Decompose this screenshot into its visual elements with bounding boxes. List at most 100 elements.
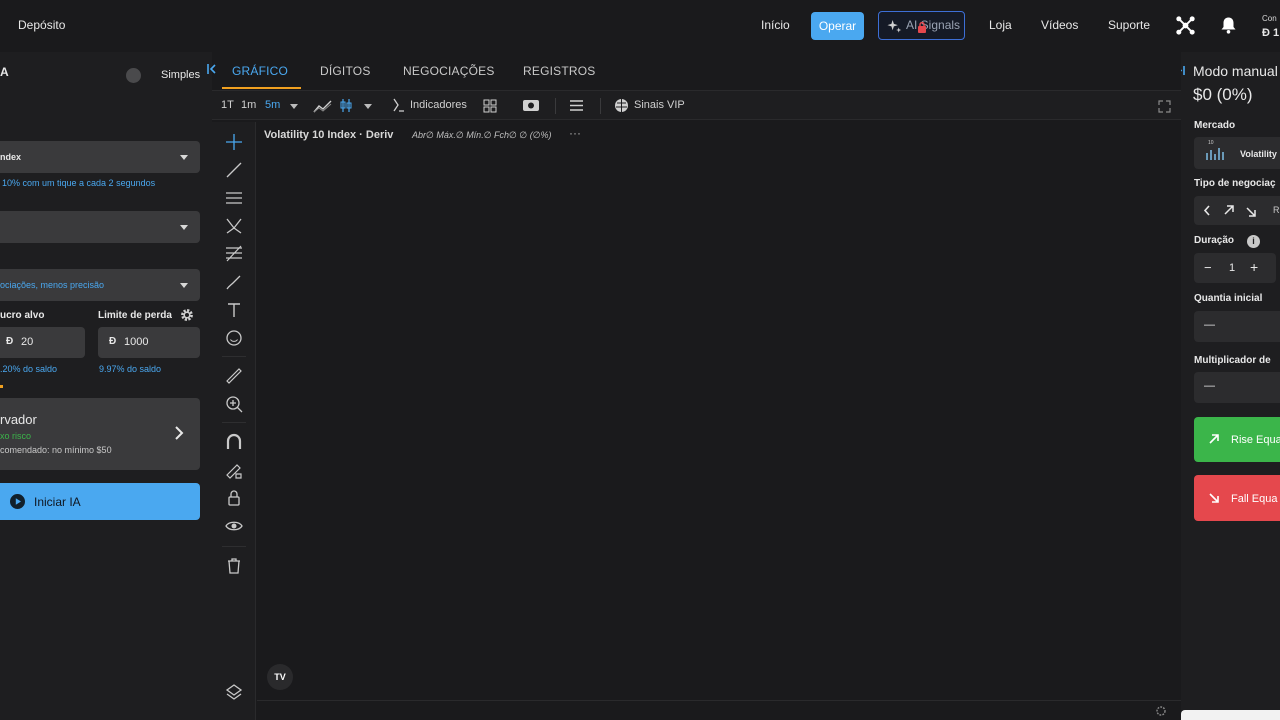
- chart-section: GRÁFICO DÍGITOS NEGOCIAÇÕES REGISTROS 1T…: [207, 52, 1181, 720]
- risk-profile-card[interactable]: rvador xo risco comendado: no mínimo $50: [0, 398, 200, 470]
- candles-icon[interactable]: [340, 98, 352, 113]
- object-tree-icon[interactable]: [224, 682, 244, 702]
- market-selector[interactable]: 10 Volatility: [1194, 137, 1280, 169]
- nav-suporte[interactable]: Suporte: [1108, 18, 1150, 32]
- arrow-up-right-icon: [1209, 434, 1219, 444]
- nav-videos[interactable]: Vídeos: [1041, 18, 1078, 32]
- emoji-icon[interactable]: [224, 328, 244, 348]
- loss-limit-input[interactable]: Đ 1000: [98, 327, 200, 358]
- interval-1t[interactable]: 1T: [221, 99, 234, 111]
- fib-retracement-icon[interactable]: [224, 244, 244, 264]
- volatility-icon: [1206, 148, 1224, 160]
- list-icon[interactable]: [569, 99, 584, 112]
- nav-loja[interactable]: Loja: [989, 18, 1012, 32]
- top-bar: Depósito Início Operar AI Signals Loja V…: [0, 0, 1280, 52]
- indicators-label[interactable]: Indicadores: [410, 99, 467, 111]
- chevron-down-icon: [180, 155, 188, 160]
- arrow-down-right-icon: [1209, 493, 1219, 503]
- interval-chevron-icon[interactable]: [290, 104, 298, 109]
- trade-type-selector[interactable]: R: [1194, 196, 1280, 225]
- chat-widget-edge[interactable]: [1181, 710, 1280, 720]
- price-chart-canvas[interactable]: Volatility 10 Index · Deriv Abr∅ Máx.∅ M…: [257, 122, 1181, 700]
- settings-icon[interactable]: [1155, 705, 1167, 717]
- nav-operar-button[interactable]: Operar: [811, 12, 864, 40]
- pitchfork-icon[interactable]: [224, 216, 244, 236]
- fullscreen-icon[interactable]: [1158, 100, 1171, 113]
- crosshair-icon[interactable]: [224, 132, 244, 152]
- start-ai-label: Iniciar IA: [34, 495, 81, 509]
- market-select-value: ndex: [0, 152, 22, 162]
- more-options-icon[interactable]: ···: [569, 126, 581, 140]
- risk-profile-title: rvador: [0, 412, 37, 427]
- precision-select[interactable]: ociações, menos precisão: [0, 269, 200, 301]
- zoom-in-icon[interactable]: [224, 394, 244, 414]
- eye-icon[interactable]: [224, 516, 244, 536]
- initial-amount-input[interactable]: —: [1194, 311, 1280, 342]
- mode-toggle[interactable]: [126, 68, 141, 83]
- profit-target-value: 20: [21, 336, 34, 348]
- tab-negociacoes[interactable]: NEGOCIAÇÕES: [403, 64, 495, 78]
- ai-config-panel: A Simples ndex 10% com um tique a cada 2…: [0, 52, 212, 720]
- mode-label: Simples: [161, 69, 201, 81]
- trash-icon[interactable]: [224, 556, 244, 576]
- arrow-down-right-icon: [1246, 207, 1256, 217]
- chevron-down-icon: [180, 225, 188, 230]
- precision-select-value: ociações, menos precisão: [0, 280, 105, 290]
- rise-label: Rise Equa: [1231, 434, 1280, 446]
- chart-type-icon[interactable]: [313, 98, 332, 113]
- loss-pct-of-balance: 9.97% do saldo: [99, 364, 162, 374]
- chevron-right-icon: [175, 426, 184, 440]
- bell-icon[interactable]: [1220, 16, 1237, 34]
- duration-label: Duração: [1194, 235, 1235, 246]
- panel-title: A: [0, 65, 9, 79]
- currency-symbol: Đ: [6, 336, 14, 347]
- collapse-left-icon[interactable]: [206, 63, 218, 75]
- tradingview-logo-text: TV: [274, 672, 286, 682]
- initial-amount-value: —: [1204, 319, 1215, 331]
- stay-drawing-icon[interactable]: [224, 460, 244, 480]
- tab-grafico[interactable]: GRÁFICO: [232, 64, 288, 78]
- templates-icon[interactable]: [483, 99, 497, 113]
- network-icon[interactable]: [1175, 15, 1196, 36]
- tab-registros[interactable]: REGISTROS: [523, 64, 595, 78]
- info-icon[interactable]: i: [1247, 235, 1260, 248]
- sparkle-icon: [887, 19, 902, 33]
- chart-toolbar: 1T 1m 5m Indicadores Sinais VIP: [212, 90, 1181, 120]
- profit-target-input[interactable]: Đ 20: [0, 327, 85, 358]
- indicators-icon[interactable]: [392, 98, 405, 113]
- interval-1m[interactable]: 1m: [241, 99, 256, 111]
- fall-button[interactable]: Fall Equa: [1194, 475, 1280, 521]
- duration-increment-button[interactable]: +: [1250, 259, 1258, 275]
- market-label: Mercado: [1194, 120, 1236, 131]
- interval-5m[interactable]: 5m: [265, 99, 280, 111]
- duration-decrement-button[interactable]: −: [1204, 260, 1212, 275]
- nav-ai-signals-button[interactable]: AI Signals: [878, 11, 965, 40]
- drawbar-divider: [222, 356, 246, 357]
- start-ai-button[interactable]: Iniciar IA: [0, 483, 200, 520]
- multiplier-label: Multiplicador de: [1194, 355, 1271, 366]
- tradingview-logo: TV: [267, 664, 293, 690]
- screenshot-icon[interactable]: [522, 99, 540, 113]
- currency-symbol: Đ: [109, 336, 117, 347]
- text-icon[interactable]: [224, 300, 244, 320]
- ruler-icon[interactable]: [224, 366, 244, 386]
- gear-icon[interactable]: [180, 308, 194, 322]
- horizontal-lines-icon[interactable]: [224, 188, 244, 208]
- trendline-icon[interactable]: [224, 160, 244, 180]
- lock-icon[interactable]: [224, 488, 244, 508]
- tab-digitos[interactable]: DÍGITOS: [320, 64, 371, 78]
- nav-inicio[interactable]: Início: [761, 18, 790, 32]
- rise-button[interactable]: Rise Equa: [1194, 417, 1280, 462]
- magnet-icon[interactable]: [224, 432, 244, 452]
- brush-icon[interactable]: [224, 272, 244, 292]
- play-icon: [10, 494, 25, 509]
- vip-signals-button[interactable]: Sinais VIP: [634, 99, 685, 111]
- market-select[interactable]: ndex: [0, 141, 200, 173]
- deposit-link[interactable]: Depósito: [18, 18, 65, 32]
- chevron-left-icon[interactable]: [1203, 205, 1211, 216]
- multiplier-input[interactable]: —: [1194, 372, 1280, 403]
- strategy-select[interactable]: [0, 211, 200, 243]
- duration-stepper[interactable]: − 1 +: [1194, 253, 1276, 283]
- collapse-right-icon[interactable]: [1181, 65, 1186, 76]
- chart-type-chevron-icon[interactable]: [364, 104, 372, 109]
